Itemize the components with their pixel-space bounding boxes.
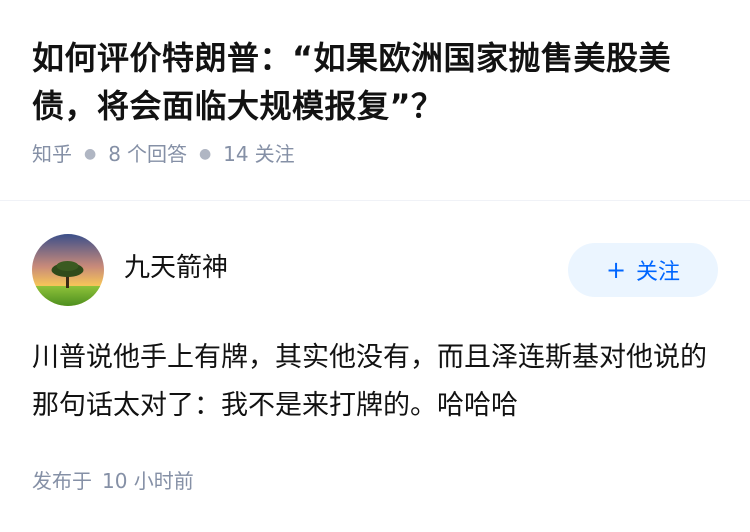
avatar[interactable] — [32, 234, 104, 306]
follow-button-label: 关注 — [636, 260, 681, 285]
answer-content[interactable]: 川普说他手上有牌，其实他没有，而且泽连斯基对他说的那句话太对了：我不是来打牌的。… — [32, 334, 718, 430]
follower-count: 14 — [223, 142, 249, 166]
zhihu-question-page: 如何评价特朗普：“如果欧洲国家抛售美股美债，将会面临大规模报复”？ 知乎 ● 8… — [0, 0, 750, 532]
separator-dot: ● — [84, 146, 97, 162]
author-name[interactable]: 九天箭神 — [124, 247, 228, 284]
follower-count-label: 关注 — [254, 142, 295, 166]
answer-count-label: 个回答 — [126, 142, 187, 166]
plus-icon: + — [605, 256, 627, 284]
source-label[interactable]: 知乎 — [32, 140, 72, 168]
publish-info: 发布于 10 小时前 — [32, 466, 194, 496]
question-header: 如何评价特朗普：“如果欧洲国家抛售美股美债，将会面临大规模报复”？ 知乎 ● 8… — [0, 0, 750, 168]
answer-count: 8 — [108, 142, 121, 166]
publish-time: 10 小时前 — [102, 469, 194, 493]
publish-label: 发布于 — [32, 469, 92, 493]
question-title[interactable]: 如何评价特朗普：“如果欧洲国家抛售美股美债，将会面临大规模报复”？ — [32, 34, 718, 130]
answer-author-row: 九天箭神 + 关注 — [32, 233, 718, 307]
section-divider — [0, 200, 750, 201]
follow-button[interactable]: + 关注 — [568, 243, 718, 297]
question-meta: 知乎 ● 8 个回答 ● 14 关注 — [32, 140, 718, 168]
separator-dot: ● — [198, 146, 212, 162]
avatar-tree-sunset-image — [32, 234, 104, 306]
